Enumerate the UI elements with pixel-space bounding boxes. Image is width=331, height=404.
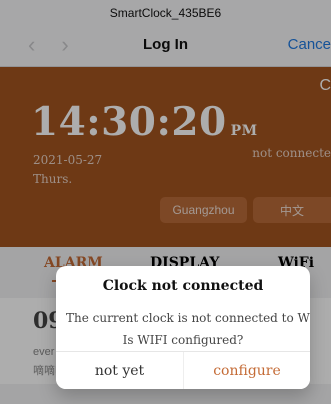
not-yet-button[interactable]: not yet	[56, 352, 183, 389]
configure-button[interactable]: configure	[183, 352, 310, 389]
dialog-message-line2: Is WIFI configured?	[122, 333, 244, 347]
dialog-title: Clock not connected	[102, 278, 264, 294]
dialog-buttons: not yet configure	[56, 352, 310, 389]
connection-dialog: Clock not connected The current clock is…	[56, 266, 310, 389]
dialog-message-line1: The current clock is not connected to WI…	[66, 311, 310, 325]
